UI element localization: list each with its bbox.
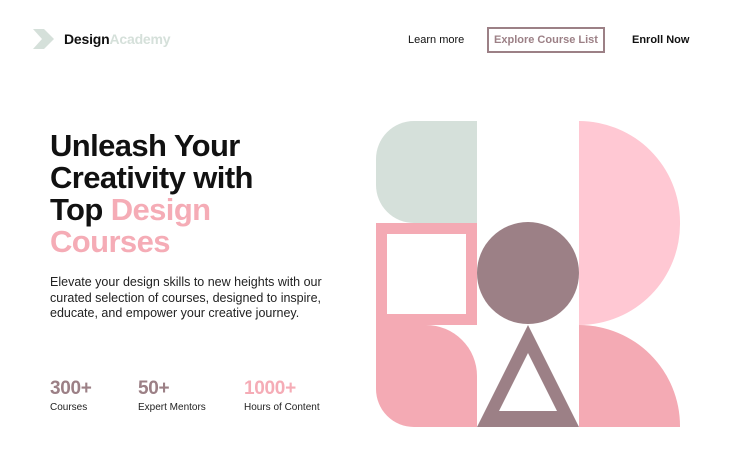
hero-title-accent-2: Courses: [50, 224, 170, 259]
brand-name-light: Academy: [109, 31, 171, 47]
pink-square-frame: [376, 223, 477, 325]
stat-value: 50+: [138, 378, 170, 399]
stat-label: Courses: [50, 402, 88, 413]
mint-rounded-shape: [376, 121, 477, 223]
stat-value: 1000+: [244, 378, 296, 399]
stat-mentors: 50+ Expert Mentors: [138, 378, 206, 413]
light-pink-half-round: [579, 121, 681, 325]
hero-geometric-illustration: [376, 121, 681, 427]
chevron-logo-icon: [33, 29, 54, 49]
stat-hours: 1000+ Hours of Content: [244, 378, 320, 413]
hero-title-line-2: Creativity with: [50, 160, 253, 195]
hero-subtitle: Elevate your design skills to new height…: [50, 275, 322, 320]
hero-title: Unleash Your Creativity with Top Design …: [50, 130, 350, 258]
mauve-triangle-frame: [477, 325, 579, 427]
top-nav: DesignAcademy Learn more Explore Course …: [0, 0, 733, 80]
hero-title-accent-1: Design: [110, 192, 211, 227]
hero-title-line-1: Unleash Your: [50, 128, 240, 163]
stat-label: Hours of Content: [244, 402, 320, 413]
brand-name-strong: Design: [64, 31, 110, 47]
brand-name: DesignAcademy: [64, 31, 171, 47]
enroll-now-link[interactable]: Enroll Now: [632, 34, 689, 46]
stat-courses: 300+ Courses: [50, 378, 92, 413]
stat-value: 300+: [50, 378, 92, 399]
hero-title-line-3: Top: [50, 192, 103, 227]
brand-logo[interactable]: DesignAcademy: [33, 29, 171, 49]
explore-course-list-button[interactable]: Explore Course List: [487, 27, 605, 53]
pink-quarter-round: [579, 325, 680, 427]
stat-label: Expert Mentors: [138, 402, 206, 413]
mauve-circle: [477, 222, 579, 324]
learn-more-link[interactable]: Learn more: [408, 34, 464, 46]
pink-rounded-shape: [376, 325, 477, 427]
